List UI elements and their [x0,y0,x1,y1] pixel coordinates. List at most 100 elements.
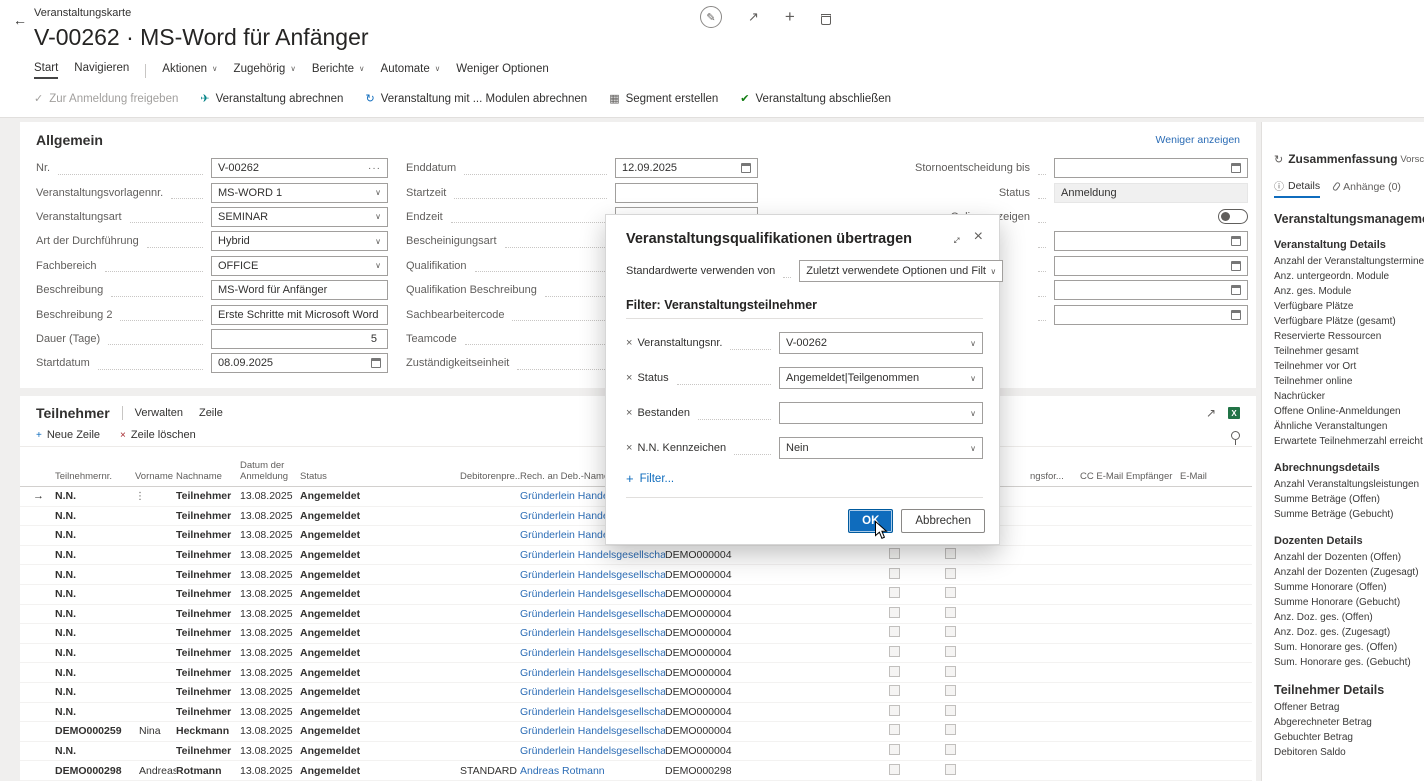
cell-status[interactable]: Angemeldet [300,722,460,742]
grid-menu-item[interactable]: Verwalten [135,407,183,419]
ok-button[interactable]: OK [848,509,893,533]
col-status[interactable]: Status [300,447,460,487]
cell-vorname[interactable]: ⋮ [135,487,176,507]
cell-cc-email[interactable] [1080,584,1180,604]
cell-cc-email[interactable] [1080,545,1180,565]
cell-teilnehmernr[interactable]: N.N. [55,545,135,565]
cell-debitor[interactable] [460,643,520,663]
summary-item[interactable]: Anz. Doz. ges. (Zugesagt) [1262,625,1424,640]
cell-teilnehmernr[interactable]: N.N. [55,663,135,683]
cell-hidden[interactable] [815,702,871,722]
cell-teilnehmernr[interactable]: N.N. [55,487,135,507]
cell-datum[interactable]: 13.08.2025 [240,663,300,683]
cell-cc-email[interactable] [1080,604,1180,624]
checkbox[interactable] [945,626,956,637]
cell-gsfor[interactable] [1030,682,1080,702]
cell-status[interactable]: Angemeldet [300,624,460,644]
checkbox[interactable] [945,764,956,775]
cell-datum[interactable]: 13.08.2025 [240,565,300,585]
summary-item[interactable]: Anz. untergeordn. Module [1262,269,1424,284]
col-gsfor[interactable]: ngsfor... [1030,447,1080,487]
cell-cc-email[interactable] [1080,682,1180,702]
cancel-button[interactable]: Abbrechen [901,509,985,533]
col-nachname[interactable]: Nachname [176,447,240,487]
cell-vorname[interactable] [135,526,176,546]
cell-datum[interactable]: 13.08.2025 [240,584,300,604]
cell-gsfor[interactable] [1030,565,1080,585]
cell-debitor[interactable] [460,741,520,761]
cell-debitor[interactable]: STANDARD [460,761,520,781]
summary-item[interactable]: Ähnliche Veranstaltungen [1262,419,1424,434]
col-debitor[interactable]: Debitorenpre... [460,447,520,487]
action-item[interactable]: ✈ Veranstaltung abrechnen [200,92,343,105]
menu-item[interactable]: Berichte [312,63,365,78]
cell-debitor[interactable] [460,526,520,546]
cell-status[interactable]: Angemeldet [300,565,460,585]
cell-datum[interactable]: 13.08.2025 [240,506,300,526]
field-control-icon[interactable] [1231,236,1241,246]
pin-icon[interactable] [1231,431,1240,440]
cell-vorname[interactable]: Andreas [135,761,176,781]
cell-email[interactable] [1180,682,1252,702]
cell-nachname[interactable]: Teilnehmer [176,643,240,663]
checkbox-cell[interactable] [927,761,1030,781]
checkbox[interactable] [945,705,956,716]
checkbox-cell[interactable] [927,584,1030,604]
cell-rech-nr[interactable]: DEMO000004 [665,565,815,585]
summary-item[interactable]: Erwartete Teilnehmerzahl erreicht [1262,434,1424,449]
cell-cc-email[interactable] [1080,643,1180,663]
table-row[interactable]: N.N. Teilnehmer 13.08.2025 Angemeldet Gr… [20,604,1252,624]
checkbox[interactable] [889,587,900,598]
field-input[interactable]: 12.09.2025 [615,158,758,178]
share-icon[interactable]: ↗ [748,9,759,25]
rech-an-deb-link[interactable]: Gründerlein Handelsgesellschaft ... [520,682,665,702]
checkbox[interactable] [945,568,956,579]
cell-vorname[interactable] [135,702,176,722]
cell-teilnehmernr[interactable]: DEMO000298 [55,761,135,781]
cell-teilnehmernr[interactable]: N.N. [55,584,135,604]
summary-item[interactable]: Anzahl der Veranstaltungstermine [1262,254,1424,269]
cell-cc-email[interactable] [1080,741,1180,761]
field-input[interactable]: V-00262 [211,158,388,178]
cell-status[interactable]: Angemeldet [300,702,460,722]
edit-icon[interactable]: ✎ [700,6,722,28]
col-teilnehmernr[interactable]: Teilnehmernr. [55,447,135,487]
cell-rech-nr[interactable]: DEMO000004 [665,702,815,722]
summary-item[interactable]: Gebuchter Betrag [1262,730,1424,745]
cell-email[interactable] [1180,565,1252,585]
grid-menu-item[interactable]: Zeile [199,407,223,419]
cell-cc-email[interactable] [1080,722,1180,742]
checkbox-cell[interactable] [927,565,1030,585]
field-control-icon[interactable] [375,261,381,270]
cell-teilnehmernr[interactable]: N.N. [55,741,135,761]
checkbox-cell[interactable] [871,761,927,781]
cell-gsfor[interactable] [1030,722,1080,742]
cell-cc-email[interactable] [1080,702,1180,722]
cell-datum[interactable]: 13.08.2025 [240,624,300,644]
table-row[interactable]: N.N. Teilnehmer 13.08.2025 Angemeldet Gr… [20,741,1252,761]
share-icon[interactable]: ↗ [1206,406,1216,420]
summary-item[interactable]: Summe Beträge (Offen) [1262,492,1424,507]
menu-item[interactable]: Automate [381,63,441,78]
col-datum[interactable]: Datum der Anmeldung [240,447,300,487]
cell-teilnehmernr[interactable]: N.N. [55,643,135,663]
cell-gsfor[interactable] [1030,741,1080,761]
cell-rech-nr[interactable]: DEMO000004 [665,584,815,604]
table-row[interactable]: N.N. Teilnehmer 13.08.2025 Angemeldet Gr… [20,682,1252,702]
summary-item[interactable]: Anz. Doz. ges. (Offen) [1262,610,1424,625]
checkbox[interactable] [889,744,900,755]
grid-command[interactable]: × Zeile löschen [120,429,196,441]
cell-datum[interactable]: 13.08.2025 [240,604,300,624]
cell-gsfor[interactable] [1030,545,1080,565]
summary-item[interactable]: Summe Beträge (Gebucht) [1262,507,1424,522]
cell-nachname[interactable]: Teilnehmer [176,545,240,565]
action-item[interactable]: ▦ Segment erstellen [609,92,718,105]
field-input[interactable]: Anmeldung [1054,183,1248,203]
cell-hidden[interactable] [815,604,871,624]
summary-item[interactable]: Summe Honorare (Offen) [1262,580,1424,595]
grid-command[interactable]: + Neue Zeile [36,429,100,441]
cell-nachname[interactable]: Heckmann [176,722,240,742]
cell-debitor[interactable] [460,702,520,722]
remove-filter-icon[interactable] [626,442,632,454]
cell-vorname[interactable] [135,604,176,624]
